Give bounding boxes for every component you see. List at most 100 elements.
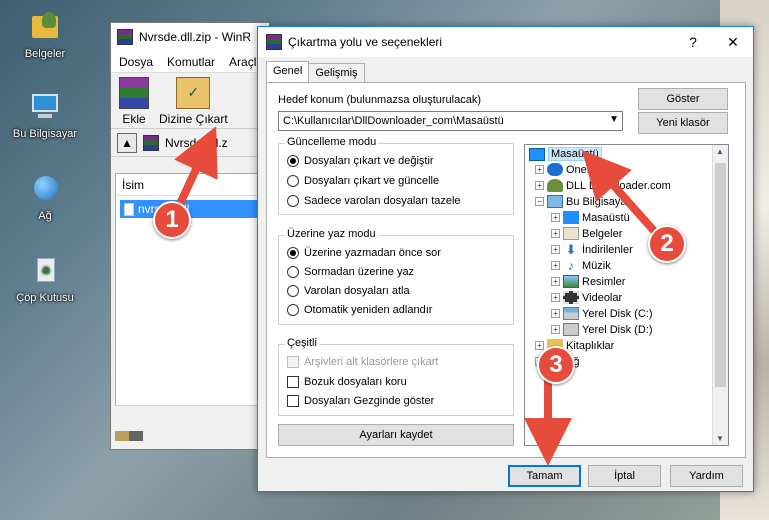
new-folder-button[interactable]: Yeni klasör: [638, 112, 728, 134]
checkbox-icon: [287, 356, 299, 368]
save-settings-button[interactable]: Ayarları kaydet: [278, 424, 514, 446]
tree-item-this-pc[interactable]: − Bu Bilgisayar: [535, 195, 630, 208]
option-label: Üzerine yazmadan önce sor: [304, 247, 441, 259]
misc-option-keep-broken[interactable]: Bozuk dosyaları koru: [287, 376, 407, 388]
expand-icon[interactable]: +: [551, 213, 560, 222]
tree-item-user[interactable]: + DLL Downloader.com: [535, 179, 671, 192]
documents-icon: [563, 227, 579, 240]
dialog-titlebar[interactable]: Çıkartma yolu ve seçenekleri ? ✕: [258, 27, 753, 57]
dialog-winrar-icon: [266, 34, 282, 50]
desktop-icon-recycle-bin[interactable]: ♻ Çöp Kutusu: [5, 254, 85, 304]
option-label: Dosyaları Gezginde göster: [304, 395, 435, 407]
user-icon: [547, 179, 563, 192]
callout-badge-1: 1: [153, 201, 191, 239]
update-option-freshen[interactable]: Sadece varolan dosyaları tazele: [287, 195, 461, 207]
tab-advanced[interactable]: Gelişmiş: [308, 63, 365, 84]
desktop-icon-this-pc[interactable]: Bu Bilgisayar: [5, 90, 85, 140]
tree-item-label: Yerel Disk (C:): [582, 307, 653, 320]
overwrite-option-without-prompt[interactable]: Sormadan üzerine yaz: [287, 266, 414, 278]
up-folder-button[interactable]: ▲: [117, 132, 137, 153]
extract-dialog: Çıkartma yolu ve seçenekleri ? ✕ Genel G…: [257, 26, 754, 492]
menu-file[interactable]: Dosya: [119, 55, 153, 69]
expand-icon[interactable]: +: [535, 181, 544, 190]
column-name-header[interactable]: İsim: [116, 174, 264, 196]
winrar-icon: [117, 29, 133, 45]
overwrite-option-ask[interactable]: Üzerine yazmadan önce sor: [287, 247, 441, 259]
tree-item-pc-desktop[interactable]: + Masaüstü: [551, 211, 630, 224]
desktop-icon-label: Çöp Kutusu: [16, 292, 74, 304]
tree-item-desktop[interactable]: Masaüstü: [529, 147, 602, 161]
expand-icon[interactable]: +: [551, 245, 560, 254]
scroll-thumb[interactable]: [715, 163, 726, 387]
destination-value: C:\Kullanıcılar\DllDownloader_com\Masaüs…: [283, 115, 504, 127]
file-list: İsim nvrsde.dll: [115, 173, 265, 421]
computer-icon: [547, 195, 563, 208]
desktop-icon-label: Ağ: [38, 210, 52, 222]
expand-icon[interactable]: +: [535, 341, 544, 350]
tree-item-disk-d[interactable]: + Yerel Disk (D:): [551, 323, 653, 336]
expand-icon[interactable]: +: [551, 277, 560, 286]
close-icon[interactable]: ✕: [713, 34, 753, 51]
winrar-titlebar[interactable]: Nvrsde.dll.zip - WinR: [111, 23, 269, 51]
winrar-menubar: Dosya Komutlar Araçla: [111, 51, 269, 73]
radio-icon: [287, 175, 299, 187]
desktop-icon-network[interactable]: Ağ: [5, 172, 85, 222]
file-icon: [124, 202, 134, 216]
update-option-update[interactable]: Dosyaları çıkart ve güncelle: [287, 175, 439, 187]
tree-item-videos[interactable]: + Videolar: [551, 291, 622, 304]
update-option-replace[interactable]: Dosyaları çıkart ve değiştir: [287, 155, 434, 167]
expand-icon[interactable]: +: [551, 325, 560, 334]
checkbox-icon: [287, 376, 299, 388]
horizontal-scrollbar[interactable]: [115, 405, 265, 421]
expand-icon[interactable]: +: [535, 165, 544, 174]
expand-icon[interactable]: +: [551, 293, 560, 302]
tree-item-label: Videolar: [582, 291, 623, 304]
tree-item-label: Kitaplıklar: [566, 339, 615, 352]
tree-item-label: Belgeler: [582, 227, 623, 240]
tree-item-label: Resimler: [582, 275, 626, 288]
expand-icon[interactable]: +: [551, 229, 560, 238]
scroll-up-icon[interactable]: ▲: [716, 147, 724, 156]
desktop-icon-documents[interactable]: Belgeler: [5, 10, 85, 60]
desktop-icon: [563, 211, 579, 224]
ok-button[interactable]: Tamam: [508, 465, 581, 487]
overwrite-mode-title: Üzerine yaz modu: [285, 228, 378, 240]
extract-to-button[interactable]: ✓ Dizine Çıkart: [159, 77, 228, 126]
expand-icon[interactable]: +: [551, 309, 560, 318]
download-arrow-icon: ⬇: [565, 242, 577, 257]
computer-icon: [28, 90, 62, 124]
add-archive-icon: [119, 77, 149, 109]
update-mode-title: Güncelleme modu: [285, 136, 379, 148]
menu-commands[interactable]: Komutlar: [167, 55, 215, 69]
drive-key-icon: [115, 431, 143, 441]
option-label: Dosyaları çıkart ve değiştir: [304, 155, 434, 167]
tab-strip: Genel Gelişmiş: [266, 61, 365, 84]
chevron-down-icon[interactable]: ▼: [609, 114, 619, 125]
tree-item-disk-c[interactable]: + Yerel Disk (C:): [551, 307, 653, 320]
show-button[interactable]: Göster: [638, 88, 728, 110]
tree-item-documents[interactable]: + Belgeler: [551, 227, 622, 240]
help-icon[interactable]: ?: [673, 34, 713, 51]
destination-combo[interactable]: C:\Kullanıcılar\DllDownloader_com\Masaüs…: [278, 111, 623, 131]
folder-tree: Masaüstü + OneDrive + DLL Downloader.com…: [524, 144, 729, 446]
tree-item-pictures[interactable]: + Resimler: [551, 275, 625, 288]
overwrite-option-rename[interactable]: Otomatik yeniden adlandır: [287, 304, 432, 316]
add-button[interactable]: Ekle: [119, 77, 149, 126]
general-panel: Hedef konum (bulunmazsa oluşturulacak) C…: [266, 82, 746, 458]
update-mode-group: Güncelleme modu Dosyaları çıkart ve deği…: [278, 136, 514, 215]
tree-scrollbar[interactable]: ▲ ▼: [712, 145, 728, 445]
scroll-down-icon[interactable]: ▼: [716, 434, 724, 443]
tree-item-onedrive[interactable]: + OneDrive: [535, 163, 612, 176]
misc-option-show-in-explorer[interactable]: Dosyaları Gezginde göster: [287, 395, 434, 407]
recycle-bin-icon: ♻: [28, 254, 62, 288]
expand-icon[interactable]: +: [551, 261, 560, 270]
option-label: Arşivleri alt klasörlere çıkart: [304, 356, 439, 368]
tab-general[interactable]: Genel: [266, 61, 310, 82]
cancel-button[interactable]: İptal: [588, 465, 661, 487]
help-button[interactable]: Yardım: [670, 465, 743, 487]
overwrite-option-skip[interactable]: Varolan dosyaları atla: [287, 285, 410, 297]
collapse-icon[interactable]: −: [535, 197, 544, 206]
tree-item-music[interactable]: + ♪ Müzik: [551, 259, 611, 272]
winrar-toolbar: Ekle ✓ Dizine Çıkart: [111, 73, 269, 129]
tree-item-downloads[interactable]: + ⬇ İndirilenler: [551, 243, 633, 256]
